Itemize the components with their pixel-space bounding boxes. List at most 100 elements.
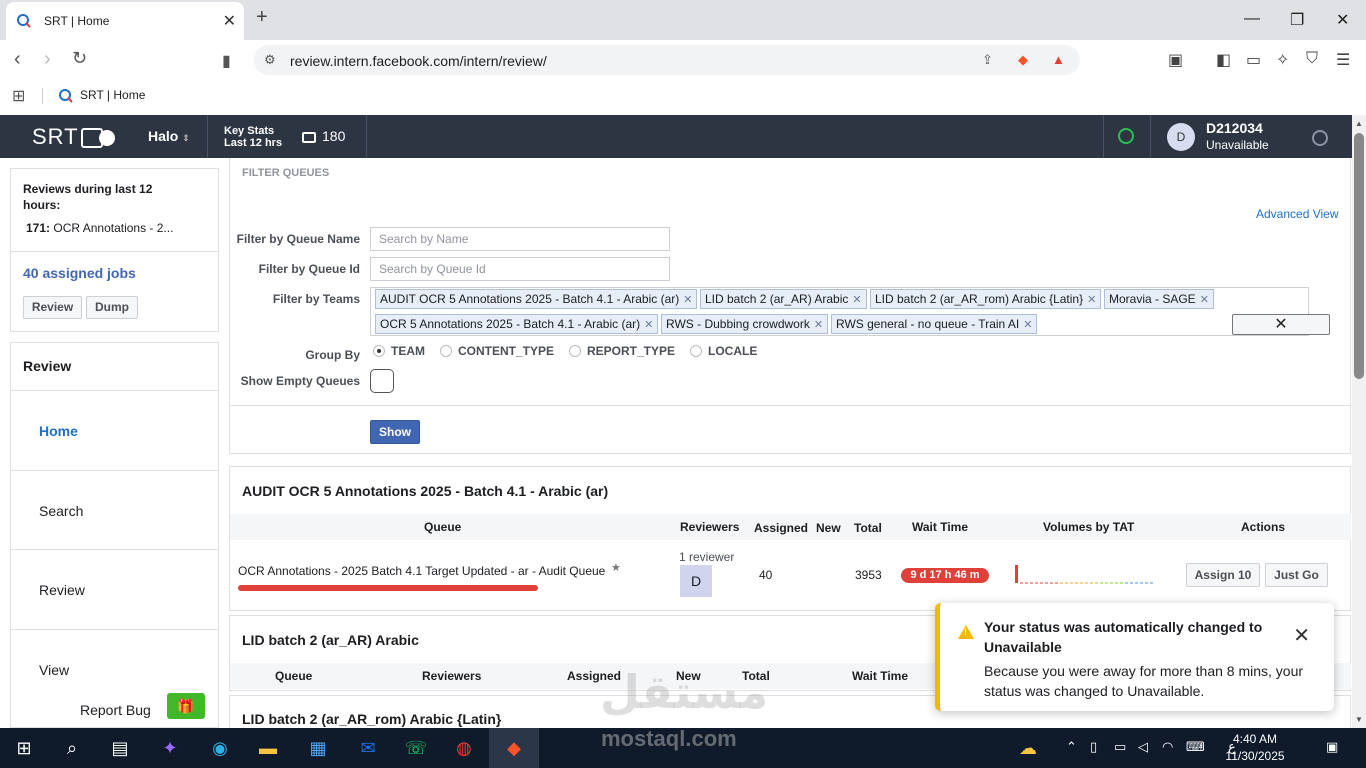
- sidebar-icon[interactable]: ◧: [1216, 50, 1231, 70]
- gift-icon[interactable]: 🎁: [167, 693, 205, 719]
- battery-icon[interactable]: ▭: [1114, 739, 1126, 755]
- group-radio-locale[interactable]: LOCALE: [690, 344, 757, 358]
- team-chip[interactable]: OCR 5 Annotations 2025 - Batch 4.1 - Ara…: [375, 314, 659, 334]
- wallet-icon[interactable]: ▭: [1246, 50, 1261, 70]
- outlook-icon[interactable]: ✉: [356, 736, 380, 760]
- online-globe-icon[interactable]: [1118, 128, 1134, 144]
- volume-icon[interactable]: ◁: [1138, 739, 1148, 755]
- header-count[interactable]: 180: [302, 128, 345, 144]
- user-status[interactable]: Unavailable: [1206, 138, 1269, 152]
- back-icon[interactable]: ‹: [14, 48, 21, 71]
- browser-tab[interactable]: SRT | Home ✕: [6, 2, 244, 40]
- show-hidden-icons[interactable]: ⌃: [1066, 739, 1077, 755]
- keyboard-icon[interactable]: ⌨: [1186, 739, 1205, 755]
- start-icon[interactable]: ⊞: [12, 736, 36, 760]
- clear-teams-button[interactable]: ✕: [1232, 314, 1330, 335]
- restore-icon[interactable]: ❐: [1290, 10, 1304, 30]
- remove-chip-icon[interactable]: ✕: [683, 294, 692, 306]
- address-bar[interactable]: ⚙ review.intern.facebook.com/intern/revi…: [254, 45, 1080, 75]
- reader-icon[interactable]: ▣: [1168, 50, 1183, 70]
- tab-close-icon[interactable]: ✕: [223, 11, 236, 31]
- site-settings-icon[interactable]: ⚙: [264, 52, 276, 68]
- page-scrollbar[interactable]: ▲ ▼: [1352, 115, 1366, 728]
- minimize-icon[interactable]: —: [1244, 10, 1260, 28]
- brave-icon[interactable]: ◆: [502, 736, 526, 760]
- nav-item-home[interactable]: Home: [39, 423, 78, 439]
- brave-shield-icon[interactable]: ◆: [1018, 52, 1028, 68]
- edge-icon[interactable]: ◉: [208, 736, 232, 760]
- queue-progress-bar: [238, 585, 538, 591]
- remove-chip-icon[interactable]: ✕: [852, 294, 861, 306]
- team-chip[interactable]: AUDIT OCR 5 Annotations 2025 - Batch 4.1…: [375, 289, 698, 309]
- scroll-down-icon[interactable]: ▼: [1355, 715, 1363, 724]
- menu-icon[interactable]: ☰: [1336, 50, 1350, 70]
- assigned-jobs-link[interactable]: 40 assigned jobs: [23, 265, 136, 281]
- team-chip[interactable]: RWS general - no queue - Train AI ✕: [831, 314, 1038, 334]
- team-chip[interactable]: Moravia - SAGE ✕: [1104, 289, 1214, 309]
- scroll-thumb[interactable]: [1354, 133, 1364, 379]
- queue-name-field[interactable]: [370, 227, 670, 251]
- toast-close-icon[interactable]: ✕: [1293, 623, 1310, 648]
- forward-icon[interactable]: ›: [44, 48, 51, 71]
- reviewer-avatar[interactable]: D: [680, 565, 712, 597]
- remove-chip-icon[interactable]: ✕: [814, 319, 823, 331]
- queue-name-input[interactable]: [371, 228, 669, 250]
- weather-icon[interactable]: ☁: [1016, 736, 1040, 760]
- dump-button[interactable]: Dump: [86, 296, 138, 319]
- remove-chip-icon[interactable]: ✕: [1023, 319, 1032, 331]
- bookmark-icon[interactable]: ▮: [222, 51, 231, 71]
- group-radio-content-type[interactable]: CONTENT_TYPE: [440, 344, 554, 358]
- brave-rewards-icon[interactable]: ▲: [1052, 52, 1065, 67]
- warning-icon: !: [958, 625, 974, 639]
- advanced-view-link[interactable]: Advanced View: [1256, 207, 1339, 221]
- whatsapp-icon[interactable]: ☏: [404, 736, 428, 760]
- queue-name-link[interactable]: OCR Annotations - 2025 Batch 4.1 Target …: [238, 564, 605, 578]
- clock[interactable]: 4:40 AM 11/30/2025: [1210, 731, 1300, 765]
- scroll-up-icon[interactable]: ▲: [1355, 119, 1363, 128]
- srt-logo[interactable]: SRT: [32, 124, 115, 150]
- store-icon[interactable]: ▦: [306, 736, 330, 760]
- queue-id-field[interactable]: [370, 257, 670, 281]
- assign-10-button[interactable]: Assign 10: [1186, 563, 1260, 587]
- avatar[interactable]: D: [1167, 123, 1195, 151]
- window-close-icon[interactable]: ✕: [1336, 10, 1349, 30]
- bookmark-srt-home[interactable]: SRT | Home: [58, 88, 145, 104]
- show-empty-checkbox[interactable]: [370, 369, 394, 393]
- team-chip[interactable]: RWS - Dubbing crowdwork ✕: [661, 314, 829, 334]
- meet-now-icon[interactable]: ▯: [1090, 739, 1097, 755]
- key-stats[interactable]: Key Stats Last 12 hrs: [224, 125, 282, 149]
- remove-chip-icon[interactable]: ✕: [1087, 294, 1096, 306]
- halo-menu[interactable]: Halo ⇕: [148, 128, 190, 144]
- radio-label: REPORT_TYPE: [587, 344, 676, 358]
- queue-id-input[interactable]: [371, 258, 669, 280]
- team-chip[interactable]: LID batch 2 (ar_AR) Arabic ✕: [700, 289, 867, 309]
- report-bug-link[interactable]: Report Bug: [80, 702, 151, 718]
- share-icon[interactable]: ⇪: [982, 52, 993, 68]
- task-view-icon[interactable]: ▤: [108, 736, 132, 760]
- team-chip[interactable]: LID batch 2 (ar_AR_rom) Arabic {Latin} ✕: [870, 289, 1102, 309]
- star-icon[interactable]: ★: [611, 561, 621, 574]
- leo-ai-icon[interactable]: ✧: [1276, 50, 1289, 70]
- chrome-icon[interactable]: ◍: [452, 736, 476, 760]
- group-radio-team[interactable]: TEAM: [373, 344, 425, 358]
- apps-grid-icon[interactable]: ⊞: [12, 86, 25, 106]
- wifi-icon[interactable]: ◠: [1162, 739, 1173, 755]
- file-explorer-icon[interactable]: ▬: [256, 736, 280, 760]
- group-radio-report-type[interactable]: REPORT_TYPE: [569, 344, 675, 358]
- remove-chip-icon[interactable]: ✕: [1200, 294, 1209, 306]
- language-globe-icon[interactable]: [1312, 130, 1328, 146]
- show-button[interactable]: Show: [370, 420, 420, 444]
- new-tab-icon[interactable]: +: [256, 6, 268, 29]
- vpn-icon[interactable]: ⛉: [1306, 50, 1318, 68]
- notifications-icon[interactable]: ▣: [1326, 739, 1338, 755]
- reload-icon[interactable]: ↻: [72, 48, 87, 69]
- nav-item-view[interactable]: View: [39, 662, 69, 678]
- nav-item-search[interactable]: Search: [39, 503, 83, 519]
- nav-item-review[interactable]: Review: [39, 582, 85, 598]
- stats-line[interactable]: 171: OCR Annotations - 2...: [26, 221, 173, 235]
- copilot-icon[interactable]: ✦: [158, 736, 182, 760]
- search-icon[interactable]: ⌕: [60, 736, 84, 760]
- just-go-button[interactable]: Just Go: [1265, 563, 1328, 587]
- review-button[interactable]: Review: [23, 296, 82, 319]
- remove-chip-icon[interactable]: ✕: [644, 319, 653, 331]
